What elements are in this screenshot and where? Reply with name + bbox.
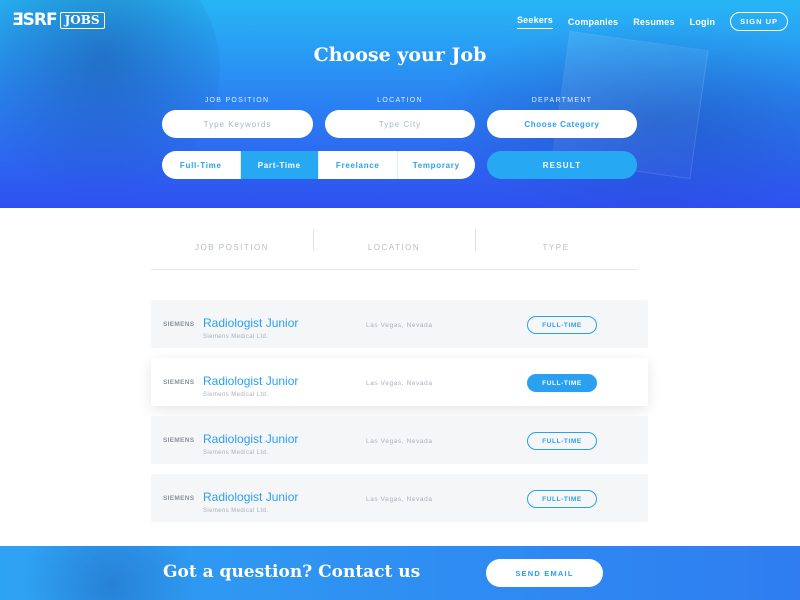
company-name: Siemens Medical Ltd. [203, 392, 269, 398]
hero-banner: ƎSRF JOBS Seekers Companies Resumes Logi… [0, 0, 800, 208]
column-header-type: TYPE [475, 225, 637, 269]
job-row[interactable]: SIEMENS Radiologist Junior Siemens Medic… [151, 474, 648, 522]
page-title: Choose your Job [313, 44, 487, 66]
job-title[interactable]: Radiologist Junior [203, 316, 298, 330]
job-title[interactable]: Radiologist Junior [203, 374, 298, 388]
send-email-button[interactable]: SEND EMAIL [486, 559, 603, 587]
company-logo: SIEMENS [163, 321, 195, 328]
job-type-badge[interactable]: FULL-TIME [527, 432, 597, 450]
type-temporary[interactable]: Temporary [396, 151, 476, 179]
job-row[interactable]: SIEMENS Radiologist Junior Siemens Medic… [151, 358, 648, 406]
job-row[interactable]: SIEMENS Radiologist Junior Siemens Medic… [151, 300, 648, 348]
top-nav: Seekers Companies Resumes Login SIGN UP [516, 12, 788, 31]
column-header-position: JOB POSITION [194, 242, 269, 252]
job-title[interactable]: Radiologist Junior [203, 432, 298, 446]
job-position-input[interactable]: Type Keywords [162, 110, 313, 138]
type-part-time[interactable]: Part-Time [239, 151, 318, 179]
table-header: JOB POSITION LOCATION TYPE [151, 225, 637, 270]
result-button[interactable]: RESULT [487, 151, 637, 179]
company-name: Siemens Medical Ltd. [203, 508, 269, 514]
location-input[interactable]: Type City [325, 110, 475, 138]
job-type-badge[interactable]: FULL-TIME [527, 490, 597, 508]
nav-companies[interactable]: Companies [568, 17, 618, 27]
column-header-location: LOCATION [313, 225, 475, 269]
job-location: Las Vegas, Nevada [366, 380, 433, 387]
position-label: JOB POSITION [204, 97, 270, 104]
company-name: Siemens Medical Ltd. [203, 334, 269, 340]
company-logo: SIEMENS [163, 437, 195, 444]
company-logo: SIEMENS [163, 379, 195, 386]
location-label: LOCATION [377, 97, 423, 104]
company-logo: SIEMENS [163, 495, 195, 502]
company-name: Siemens Medical Ltd. [203, 450, 269, 456]
job-location: Las Vegas, Nevada [366, 322, 433, 329]
job-location: Las Vegas, Nevada [366, 438, 433, 445]
job-row[interactable]: SIEMENS Radiologist Junior Siemens Medic… [151, 416, 648, 464]
type-freelance[interactable]: Freelance [318, 151, 397, 179]
logo-badge: JOBS [59, 11, 105, 29]
job-type-badge[interactable]: FULL-TIME [527, 316, 597, 334]
contact-footer: Got a question? Contact us SEND EMAIL [0, 546, 800, 600]
signup-button[interactable]: SIGN UP [730, 12, 788, 31]
job-location: Las Vegas, Nevada [366, 496, 433, 503]
type-full-time[interactable]: Full-Time [162, 151, 240, 179]
nav-login[interactable]: Login [690, 17, 716, 27]
contact-heading: Got a question? Contact us [163, 562, 421, 582]
job-type-badge[interactable]: FULL-TIME [527, 374, 597, 392]
nav-resumes[interactable]: Resumes [633, 17, 674, 27]
job-title[interactable]: Radiologist Junior [203, 490, 298, 504]
logo-mark: ƎSRF [12, 10, 58, 30]
department-select[interactable]: Choose Category [487, 110, 637, 138]
nav-seekers[interactable]: Seekers [516, 15, 553, 29]
logo[interactable]: ƎSRF JOBS [12, 10, 105, 30]
job-type-selector: Full-Time Part-Time Freelance Temporary [162, 151, 475, 179]
department-label: DEPARTMENT [531, 97, 593, 104]
